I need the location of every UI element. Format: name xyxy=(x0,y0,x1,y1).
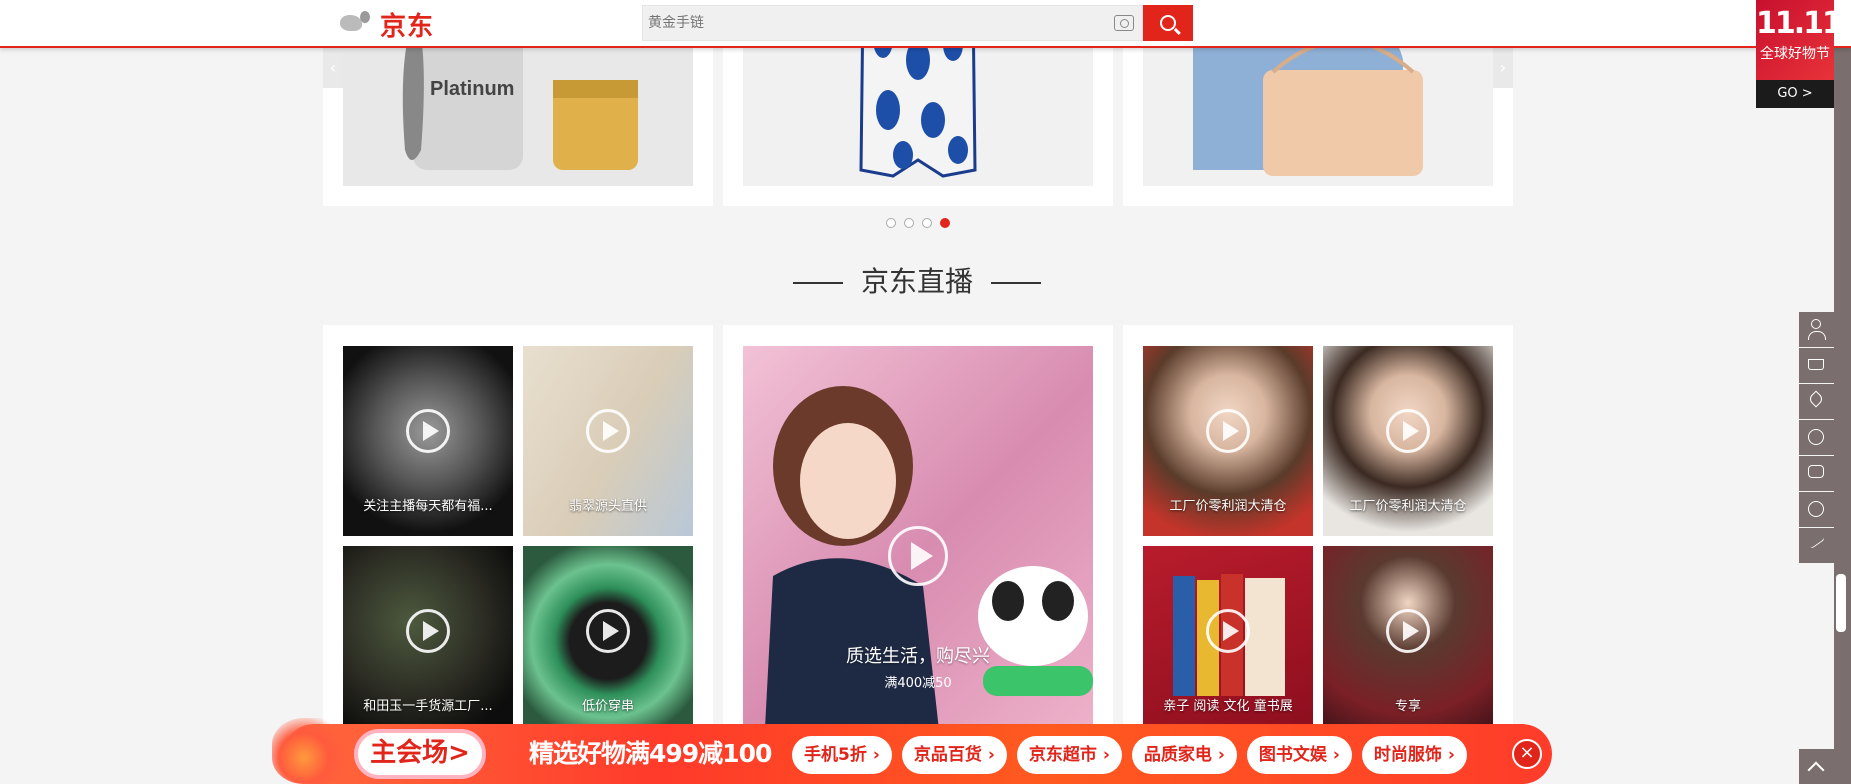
promo-1111-sub: 全球好物节 xyxy=(1760,46,1830,62)
global-icon[interactable] xyxy=(1799,492,1834,527)
promo-link-label: 品质家电 xyxy=(1143,745,1212,765)
play-icon xyxy=(1206,609,1250,653)
live-stream-tile[interactable]: 专享 xyxy=(1323,546,1493,736)
carousel-dot[interactable] xyxy=(904,218,914,228)
right-toolbar xyxy=(1834,48,1851,784)
history-icon[interactable] xyxy=(1799,420,1834,455)
jd-dog-logo-icon xyxy=(334,9,376,39)
live-stream-title: 工厂价零利润大清仓 xyxy=(1349,499,1467,514)
logo-text: 京东 xyxy=(380,11,435,42)
promo-go-button[interactable]: GO > xyxy=(1756,80,1834,108)
promo-1111-corner[interactable]: 11.11 全球好物节 GO > xyxy=(1756,0,1834,108)
carousel-dots xyxy=(886,218,950,228)
chevron-right-icon: › xyxy=(1447,745,1455,765)
live-stream-tile[interactable]: 和田玉一手货源工厂... xyxy=(343,546,513,736)
live-stream-title: 低价穿串 xyxy=(581,699,634,714)
play-icon xyxy=(888,526,948,586)
section-title: 京东直播 xyxy=(0,260,1834,300)
bottom-promo-bar: 主会场> 精选好物满499减100 手机5折 › 京品百货 › 京东超市 › 品质家电… xyxy=(272,718,1552,784)
toolbar-tools xyxy=(1799,312,1834,564)
chevron-right-icon: › xyxy=(987,745,995,765)
live-stream-tile[interactable]: 工厂价零利润大清仓 xyxy=(1143,346,1313,536)
feedback-icon[interactable] xyxy=(1799,528,1834,563)
play-icon xyxy=(586,609,630,653)
live-stream-title: 亲子 阅读 文化 童书展 xyxy=(1163,699,1293,714)
promo-link[interactable]: 品质家电 › xyxy=(1131,736,1237,774)
featured-title: 质选生活，购尽兴 xyxy=(846,646,990,667)
promo-link[interactable]: 手机5折 › xyxy=(792,736,892,774)
camera-icon[interactable] xyxy=(1114,15,1134,31)
carousel-dot-active[interactable] xyxy=(940,218,950,228)
title-divider xyxy=(792,282,843,284)
play-icon xyxy=(1206,409,1250,453)
promo-1111-big: 11.11 xyxy=(1756,6,1834,41)
play-icon xyxy=(406,609,450,653)
carousel-prev-button[interactable]: ‹ xyxy=(323,48,343,88)
play-icon xyxy=(1386,609,1430,653)
live-panel-right: 工厂价零利润大清仓 工厂价零利润大清仓 亲子 阅读 文化 童书展 专享 xyxy=(1123,325,1513,784)
promo-link[interactable]: 图书文娱 › xyxy=(1246,736,1352,774)
live-panel-left: 关注主播每天都有福... 翡翠源头直供 和田玉一手货源工厂... 低价穿串 xyxy=(323,325,713,784)
live-stream-tile[interactable]: 低价穿串 xyxy=(523,546,693,736)
promo-link[interactable]: 时尚服饰 › xyxy=(1361,736,1467,774)
platinum-label: Platinum xyxy=(430,78,514,100)
live-stream-title: 翡翠源头直供 xyxy=(568,499,647,514)
live-featured-tile[interactable]: 质选生活，购尽兴 满400减50 xyxy=(743,346,1093,766)
search-box xyxy=(642,5,1143,41)
back-to-top-button[interactable] xyxy=(1799,749,1834,784)
live-panel-center: 质选生活，购尽兴 满400减50 xyxy=(723,325,1113,784)
page-scrollbar[interactable] xyxy=(1836,574,1846,632)
chevron-right-icon: › xyxy=(1332,745,1340,765)
live-stream-title: 专享 xyxy=(1394,699,1421,714)
jd-logo[interactable]: 京东 xyxy=(334,6,434,42)
search-input[interactable] xyxy=(643,6,1073,40)
favorite-icon[interactable] xyxy=(1799,384,1834,419)
section-title-text: 京东直播 xyxy=(860,265,973,298)
carousel-dot[interactable] xyxy=(886,218,896,228)
chevron-right-icon: › xyxy=(1217,745,1225,765)
promo-link-label: 图书文娱 xyxy=(1258,745,1327,765)
live-stream-tile[interactable]: 翡翠源头直供 xyxy=(523,346,693,536)
live-stream-tile[interactable]: 关注主播每天都有福... xyxy=(343,346,513,536)
decoration-icon xyxy=(272,718,352,784)
top-header: 京东 xyxy=(0,0,1851,48)
live-stream-title: 关注主播每天都有福... xyxy=(363,499,493,514)
promo-link[interactable]: 京东超市 › xyxy=(1016,736,1122,774)
promo-links: 手机5折 › 京品百货 › 京东超市 › 品质家电 › 图书文娱 › 时尚服饰 › xyxy=(792,736,1467,774)
search-icon xyxy=(1160,15,1176,31)
user-icon[interactable] xyxy=(1799,312,1834,347)
search-button[interactable] xyxy=(1143,5,1193,41)
live-stream-tile[interactable]: 工厂价零利润大清仓 xyxy=(1323,346,1493,536)
live-stream-title: 和田玉一手货源工厂... xyxy=(363,699,493,714)
live-stream-title: 工厂价零利润大清仓 xyxy=(1169,499,1287,514)
close-icon[interactable]: × xyxy=(1512,739,1542,769)
promo-1111-banner: 11.11 全球好物节 xyxy=(1756,0,1834,80)
featured-subtitle: 满400减50 xyxy=(884,676,952,691)
live-stream-tile[interactable]: 亲子 阅读 文化 童书展 xyxy=(1143,546,1313,736)
play-icon xyxy=(1386,409,1430,453)
title-divider xyxy=(991,282,1041,284)
chevron-right-icon: › xyxy=(1102,745,1110,765)
carousel-dot[interactable] xyxy=(922,218,932,228)
cart-icon[interactable] xyxy=(1799,348,1834,383)
promo-link-label: 手机5折 xyxy=(804,745,867,765)
promo-link-label: 京东超市 xyxy=(1028,745,1097,765)
chevron-right-icon: › xyxy=(872,745,880,765)
promo-link[interactable]: 京品百货 › xyxy=(901,736,1007,774)
promo-deal-text[interactable]: 精选好物满499减100 xyxy=(529,734,772,770)
carousel-next-button[interactable]: › xyxy=(1493,48,1513,88)
promo-link-label: 京品百货 xyxy=(913,745,982,765)
play-icon xyxy=(586,409,630,453)
play-icon xyxy=(406,409,450,453)
main-venue-button[interactable]: 主会场> xyxy=(354,729,486,779)
promo-link-label: 时尚服饰 xyxy=(1373,745,1442,765)
message-icon[interactable] xyxy=(1799,456,1834,491)
